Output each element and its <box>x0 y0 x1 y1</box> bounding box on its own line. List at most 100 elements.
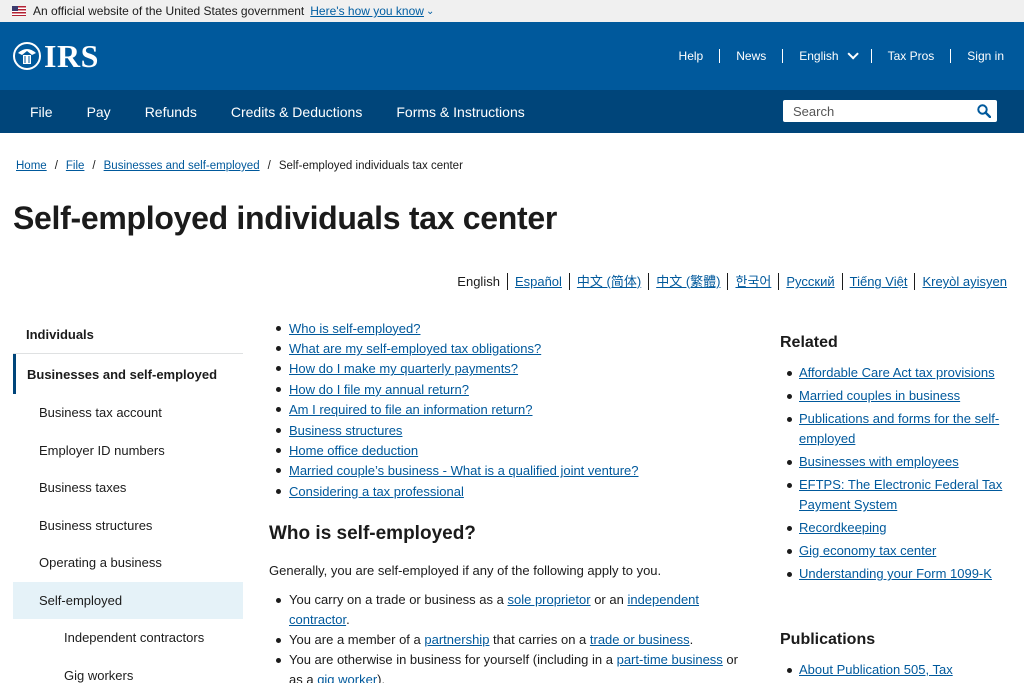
list-item-text: You are a member of a partnership that c… <box>289 630 693 650</box>
sidebar-item-employer-id[interactable]: Employer ID numbers <box>13 432 243 470</box>
lang-haitian-creole[interactable]: Kreyòl ayisyen <box>914 273 1007 290</box>
irs-logo-text: IRS <box>44 37 99 74</box>
list-item-text: You carry on a trade or business as a so… <box>289 590 754 630</box>
self-employed-criteria-list: You carry on a trade or business as a so… <box>269 590 754 683</box>
sidebar-item-gig-workers[interactable]: Gig workers <box>13 657 243 683</box>
sidebar-item-business-structures[interactable]: Business structures <box>13 507 243 545</box>
chevron-down-icon[interactable]: ⌄ <box>426 6 434 17</box>
related-link[interactable]: Gig economy tax center <box>799 541 936 561</box>
heres-how-you-know-link[interactable]: Here's how you know <box>310 4 424 18</box>
text: You are otherwise in business for yourse… <box>289 651 617 667</box>
toc-link[interactable]: What are my self-employed tax obligation… <box>289 341 541 356</box>
related-link[interactable]: Businesses with employees <box>799 452 959 472</box>
text: ). <box>377 671 386 683</box>
toc-item: Considering a tax professional <box>269 481 754 501</box>
toc-link[interactable]: Business structures <box>289 423 402 438</box>
sole-proprietor-link[interactable]: sole proprietor <box>507 592 590 607</box>
sidebar-nav: Individuals Businesses and self-employed… <box>13 316 243 683</box>
toc-link[interactable]: How do I file my annual return? <box>289 382 469 397</box>
related-link[interactable]: Understanding your Form 1099-K <box>799 564 992 584</box>
search-box <box>783 100 997 122</box>
list-item: EFTPS: The Electronic Federal Tax Paymen… <box>780 475 1012 515</box>
toc-item: Am I required to file an information ret… <box>269 400 754 420</box>
related-link[interactable]: Affordable Care Act tax provisions <box>799 363 995 383</box>
related-link[interactable]: Recordkeeping <box>799 518 886 538</box>
section-heading: Who is self-employed? <box>269 522 476 544</box>
breadcrumb-separator: / <box>54 160 58 172</box>
lang-spanish[interactable]: Español <box>506 273 569 290</box>
list-item: Recordkeeping <box>780 518 1012 538</box>
related-link[interactable]: Publications and forms for the self-empl… <box>799 409 1012 449</box>
chevron-down-icon <box>847 48 859 60</box>
page-title: Self-employed individuals tax center <box>13 200 558 236</box>
right-rail: Related Affordable Care Act tax provisio… <box>780 334 1012 683</box>
gig-worker-link[interactable]: gig worker <box>317 672 377 683</box>
sidebar-heading[interactable]: Individuals <box>13 316 243 354</box>
toc-link[interactable]: Considering a tax professional <box>289 484 464 499</box>
sidebar-item-independent-contractors[interactable]: Independent contractors <box>13 619 243 657</box>
nav-item-refunds[interactable]: Refunds <box>145 104 197 120</box>
lang-chinese-traditional[interactable]: 中文 (繁體) <box>648 273 727 290</box>
lang-vietnamese[interactable]: Tiếng Việt <box>841 273 915 290</box>
text: You are a member of a <box>289 631 425 647</box>
part-time-business-link[interactable]: part-time business <box>617 652 723 667</box>
us-flag-icon <box>12 6 26 16</box>
publications-links: About Publication 505, Tax <box>780 660 1012 680</box>
breadcrumb-file[interactable]: File <box>66 160 85 172</box>
sidebar-item-business-tax-account[interactable]: Business tax account <box>13 394 243 432</box>
section-intro: Generally, you are self-employed if any … <box>269 562 662 578</box>
list-item: Affordable Care Act tax provisions <box>780 363 1012 383</box>
toc-link[interactable]: Married couple’s business - What is a qu… <box>289 463 639 478</box>
nav-item-file[interactable]: File <box>30 104 53 120</box>
sidebar-item-operating[interactable]: Operating a business <box>13 544 243 582</box>
help-link[interactable]: Help <box>663 49 720 63</box>
lang-korean[interactable]: 한국어 <box>727 273 778 290</box>
eagle-logo-icon <box>13 42 41 70</box>
breadcrumb-businesses[interactable]: Businesses and self-employed <box>104 160 260 172</box>
tax-pros-link[interactable]: Tax Pros <box>870 49 951 63</box>
nav-item-pay[interactable]: Pay <box>87 104 111 120</box>
text: or an <box>590 591 628 607</box>
trade-or-business-link[interactable]: trade or business <box>590 632 690 647</box>
search-icon[interactable] <box>977 104 991 118</box>
gov-banner: An official website of the United States… <box>0 0 1024 22</box>
list-item-text: You are otherwise in business for yourse… <box>289 650 754 683</box>
irs-logo[interactable]: IRS <box>12 38 99 75</box>
table-of-contents: Who is self-employed? What are my self-e… <box>269 318 754 502</box>
list-item: About Publication 505, Tax <box>780 660 1012 680</box>
publication-link[interactable]: About Publication 505, Tax <box>799 660 953 680</box>
language-selector[interactable]: English <box>782 48 870 63</box>
main-nav: File Pay Refunds Credits & Deductions Fo… <box>0 90 1024 133</box>
related-link[interactable]: Married couples in business <box>799 386 960 406</box>
toc-link[interactable]: How do I make my quarterly payments? <box>289 361 518 376</box>
list-item: Married couples in business <box>780 386 1012 406</box>
breadcrumb-home[interactable]: Home <box>16 160 47 172</box>
lang-chinese-simplified[interactable]: 中文 (简体) <box>568 273 648 290</box>
toc-item: Business structures <box>269 420 754 440</box>
lang-russian[interactable]: Русский <box>778 273 841 290</box>
toc-item: Home office deduction <box>269 440 754 460</box>
sidebar-item-business-taxes[interactable]: Business taxes <box>13 469 243 507</box>
nav-item-credits-deductions[interactable]: Credits & Deductions <box>231 104 363 120</box>
language-links: English Español 中文 (简体) 中文 (繁體) 한국어 Русс… <box>450 273 1007 290</box>
sign-in-link[interactable]: Sign in <box>950 49 1012 63</box>
text: . <box>689 631 694 647</box>
text: You carry on a trade or business as a <box>289 591 508 607</box>
toc-link[interactable]: Am I required to file an information ret… <box>289 402 533 417</box>
sidebar-item-businesses[interactable]: Businesses and self-employed <box>13 354 243 394</box>
text: that carries on a <box>489 631 590 647</box>
partnership-link[interactable]: partnership <box>424 632 489 647</box>
list-item: Publications and forms for the self-empl… <box>780 409 1012 449</box>
related-link[interactable]: EFTPS: The Electronic Federal Tax Paymen… <box>799 475 1012 515</box>
toc-item: Who is self-employed? <box>269 318 754 338</box>
list-item: You are a member of a partnership that c… <box>269 630 754 650</box>
news-link[interactable]: News <box>719 49 782 63</box>
toc-link[interactable]: Home office deduction <box>289 443 418 458</box>
nav-item-forms-instructions[interactable]: Forms & Instructions <box>396 104 524 120</box>
sidebar-item-self-employed[interactable]: Self-employed <box>13 581 243 619</box>
toc-link[interactable]: Who is self-employed? <box>289 321 421 336</box>
lang-english: English <box>457 274 500 289</box>
toc-item: How do I file my annual return? <box>269 379 754 399</box>
breadcrumb: Home / File / Businesses and self-employ… <box>16 160 463 172</box>
search-input[interactable] <box>783 103 968 119</box>
